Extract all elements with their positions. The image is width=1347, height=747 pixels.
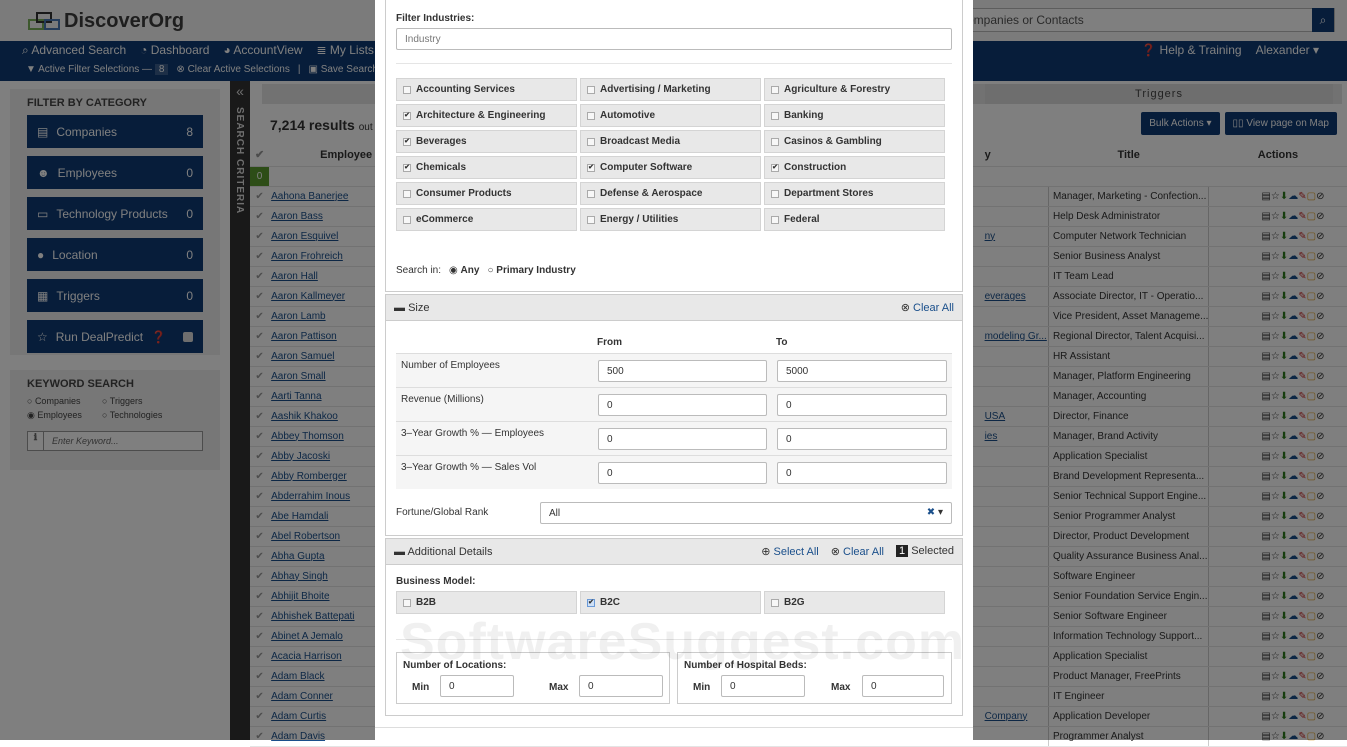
business-model-checkbox[interactable]: B2G bbox=[764, 591, 945, 614]
checkbox[interactable] bbox=[587, 85, 595, 94]
industry-checkbox[interactable]: Department Stores bbox=[764, 182, 945, 205]
beds-max-input[interactable]: 0 bbox=[862, 675, 944, 697]
industry-checkbox[interactable]: Advertising / Marketing bbox=[580, 78, 761, 101]
checkbox[interactable] bbox=[771, 598, 779, 607]
industry-checkbox[interactable]: Agriculture & Forestry bbox=[764, 78, 945, 101]
size-row: 3–Year Growth % — Employees 0 0 bbox=[396, 421, 952, 455]
selected-indicator: 1 Selected bbox=[896, 545, 954, 558]
search-in-group: Search in: ◉ Any ○ Primary Industry bbox=[396, 265, 576, 276]
size-row-label: Number of Employees bbox=[401, 360, 500, 371]
size-from-input[interactable]: 0 bbox=[598, 461, 767, 484]
additional-details-section: ▬ Additional Details ⊕ Select All ⊗ Clea… bbox=[385, 538, 963, 716]
size-header[interactable]: ▬ Size ⊗ Clear All bbox=[386, 295, 962, 321]
locations-min-input[interactable]: 0 bbox=[440, 675, 514, 697]
hospital-beds-group: Number of Hospital Beds: Min 0 Max 0 bbox=[677, 652, 952, 704]
close-circle-icon: ⊗ bbox=[900, 302, 914, 314]
radio-any[interactable]: ◉ Any bbox=[449, 265, 479, 276]
industry-search-input[interactable]: Industry bbox=[396, 28, 952, 50]
caret-down-icon[interactable]: ▾ bbox=[938, 507, 943, 518]
checkbox[interactable]: ✔ bbox=[403, 137, 411, 146]
industry-checkbox[interactable]: ✔ Computer Software bbox=[580, 156, 761, 179]
size-from-input[interactable]: 0 bbox=[598, 393, 767, 416]
size-row: 3–Year Growth % — Sales Vol 0 0 bbox=[396, 455, 952, 489]
select-all-link[interactable]: ⊕ Select All bbox=[761, 545, 819, 558]
collapse-icon: ▬ bbox=[394, 301, 409, 314]
size-row-label: 3–Year Growth % — Sales Vol bbox=[401, 462, 537, 473]
industry-checkbox[interactable]: ✔ Construction bbox=[764, 156, 945, 179]
close-circle-icon: ⊗ bbox=[830, 546, 844, 558]
industry-checkbox[interactable]: Banking bbox=[764, 104, 945, 127]
industry-checkbox[interactable]: Energy / Utilities bbox=[580, 208, 761, 231]
locations-max-input[interactable]: 0 bbox=[579, 675, 663, 697]
checkbox[interactable] bbox=[403, 598, 411, 607]
business-model-label: Business Model: bbox=[396, 576, 476, 587]
industry-checkbox-grid: Accounting Services Advertising / Marketi… bbox=[396, 78, 945, 231]
to-label: To bbox=[776, 337, 788, 348]
locations-group: Number of Locations: Min 0 Max 0 bbox=[396, 652, 670, 704]
checkbox[interactable] bbox=[403, 215, 411, 224]
checkbox[interactable] bbox=[587, 215, 595, 224]
size-row-label: 3–Year Growth % — Employees bbox=[401, 428, 545, 439]
size-row: Revenue (Millions) 0 0 bbox=[396, 387, 952, 421]
radio-primary-industry[interactable]: ○ Primary Industry bbox=[487, 265, 575, 276]
checkbox[interactable] bbox=[587, 189, 595, 198]
checkbox[interactable]: ✔ bbox=[403, 163, 411, 172]
size-row: Number of Employees 500 5000 bbox=[396, 353, 952, 387]
checkbox[interactable] bbox=[771, 137, 779, 146]
industry-checkbox[interactable]: Broadcast Media bbox=[580, 130, 761, 153]
industry-checkbox[interactable]: ✔ Chemicals bbox=[396, 156, 577, 179]
size-to-input[interactable]: 5000 bbox=[777, 359, 947, 382]
clear-icon[interactable]: ✖ bbox=[927, 507, 935, 518]
industry-checkbox[interactable]: Consumer Products bbox=[396, 182, 577, 205]
size-from-input[interactable]: 0 bbox=[598, 427, 767, 450]
checkbox[interactable] bbox=[771, 215, 779, 224]
checkbox[interactable]: ✔ bbox=[403, 111, 411, 120]
from-label: From bbox=[597, 337, 622, 348]
checkbox[interactable] bbox=[403, 189, 411, 198]
checkbox[interactable] bbox=[771, 111, 779, 120]
size-to-input[interactable]: 0 bbox=[777, 393, 947, 416]
industry-section: Filter Industries: Industry Accounting S… bbox=[385, 0, 963, 292]
size-to-input[interactable]: 0 bbox=[777, 461, 947, 484]
rank-label: Fortune/Global Rank bbox=[396, 507, 489, 518]
collapse-icon: ▬ bbox=[394, 545, 408, 558]
clear-all-link[interactable]: ⊗ Clear All bbox=[831, 545, 884, 558]
industry-checkbox[interactable]: Federal bbox=[764, 208, 945, 231]
checkbox[interactable] bbox=[587, 111, 595, 120]
companies-filter-modal: Filter Industries: Industry Accounting S… bbox=[375, 0, 973, 740]
checkbox[interactable] bbox=[403, 85, 411, 94]
checkbox[interactable]: ✔ bbox=[771, 163, 779, 172]
size-section: ▬ Size ⊗ Clear All From To Number of Emp… bbox=[385, 294, 963, 536]
industry-checkbox[interactable]: Casinos & Gambling bbox=[764, 130, 945, 153]
business-model-checkbox[interactable]: ✔ B2C bbox=[580, 591, 761, 614]
industry-checkbox[interactable]: eCommerce bbox=[396, 208, 577, 231]
size-from-input[interactable]: 500 bbox=[598, 359, 767, 382]
industry-checkbox[interactable]: Accounting Services bbox=[396, 78, 577, 101]
search-in-label: Search in: bbox=[396, 265, 442, 276]
checkbox[interactable]: ✔ bbox=[587, 598, 595, 607]
checkbox[interactable] bbox=[587, 137, 595, 146]
checkbox[interactable]: ✔ bbox=[587, 163, 595, 172]
filter-industries-label: Filter Industries: bbox=[396, 13, 475, 24]
industry-checkbox[interactable]: ✔ Architecture & Engineering bbox=[396, 104, 577, 127]
industry-checkbox[interactable]: Automotive bbox=[580, 104, 761, 127]
size-row-label: Revenue (Millions) bbox=[401, 394, 484, 405]
beds-min-input[interactable]: 0 bbox=[721, 675, 805, 697]
size-to-input[interactable]: 0 bbox=[777, 427, 947, 450]
business-model-checkbox[interactable]: B2B bbox=[396, 591, 577, 614]
industry-checkbox[interactable]: ✔ Beverages bbox=[396, 130, 577, 153]
checkbox[interactable] bbox=[771, 189, 779, 198]
checkbox[interactable] bbox=[771, 85, 779, 94]
industry-checkbox[interactable]: Defense & Aerospace bbox=[580, 182, 761, 205]
plus-circle-icon: ⊕ bbox=[761, 546, 774, 558]
rank-select[interactable]: All ✖ ▾ bbox=[540, 502, 952, 524]
size-clear-all[interactable]: ⊗ Clear All bbox=[901, 301, 954, 314]
additional-header[interactable]: ▬ Additional Details ⊕ Select All ⊗ Clea… bbox=[386, 539, 962, 565]
